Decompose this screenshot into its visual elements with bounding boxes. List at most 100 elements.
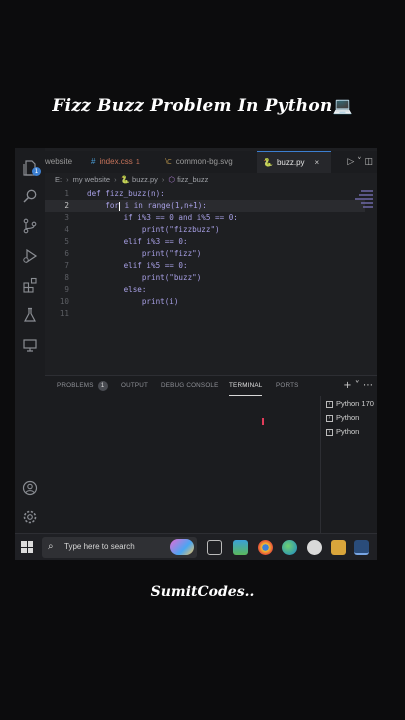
code-text: print("fizzbuzz"): [87, 225, 220, 234]
terminal-session-list: › Python 170 › Python › Python: [320, 396, 377, 541]
breadcrumb-drive[interactable]: E:: [55, 175, 62, 184]
code-line: 4 print("fizzbuzz"): [45, 224, 365, 236]
editor-actions[interactable]: ▷ ˅ ◫: [347, 151, 373, 173]
tab-label: buzz.py: [276, 158, 305, 167]
line-number: 7: [64, 261, 69, 270]
editor-tab-bar: website # index.css 1 ⟈ common-bg.svg 🐍 buzz…: [45, 151, 377, 173]
bottom-panel: PROBLEMS 1 OUTPUT DEBUG CONSOLE TERMINAL …: [45, 375, 377, 541]
line-number: 1: [64, 189, 69, 198]
tab-output-label: OUTPUT: [121, 382, 149, 389]
tab-common-bg-svg[interactable]: ⟈ common-bg.svg: [165, 151, 255, 173]
session-label: Python: [336, 427, 360, 436]
search-placeholder: Type here to search: [64, 542, 135, 551]
tab-index-css[interactable]: # index.css 1: [91, 151, 161, 173]
windows-start-icon[interactable]: [21, 541, 33, 553]
run-debug-icon[interactable]: [22, 248, 38, 264]
remote-explorer-icon[interactable]: [22, 337, 38, 353]
extensions-icon[interactable]: [22, 277, 38, 293]
code-text: elif i%3 == 0:: [87, 237, 188, 246]
tab-ports[interactable]: PORTS: [276, 376, 299, 396]
breadcrumb-symbol[interactable]: fizz_buzz: [177, 175, 208, 184]
code-before-cursor: for: [87, 201, 120, 210]
code-text: elif i%5 == 0:: [87, 261, 188, 270]
terminal-session[interactable]: › Python: [326, 413, 359, 422]
code-line: 10 print(i): [45, 296, 365, 308]
breadcrumb-folder[interactable]: my website: [73, 175, 111, 184]
chrome-icon[interactable]: [258, 540, 273, 555]
panel-actions[interactable]: + ˅ ⋯: [343, 376, 373, 396]
code-line: 11: [45, 308, 365, 320]
terminal-cursor: [262, 418, 264, 425]
code-line: 5 elif i%3 == 0:: [45, 236, 365, 248]
photos-icon[interactable]: [233, 540, 248, 555]
code-after-cursor: i in range(1,n+1):: [120, 201, 207, 210]
tab-label: common-bg.svg: [175, 157, 233, 166]
code-line-current: 2 for i in range(1,n+1):: [45, 200, 365, 212]
python-file-icon: 🐍: [263, 158, 273, 167]
close-icon[interactable]: ×: [315, 158, 320, 167]
search-icon: ⌕: [48, 541, 54, 552]
tab-label: index.css: [99, 157, 133, 166]
search-icon[interactable]: [22, 188, 38, 204]
function-symbol-icon: ⬡: [168, 175, 175, 184]
tab-debug-console-label: DEBUG CONSOLE: [161, 382, 219, 389]
tab-problems[interactable]: PROBLEMS 1: [57, 376, 108, 396]
settings-icon[interactable]: [307, 540, 322, 555]
breadcrumb-file[interactable]: buzz.py: [132, 175, 158, 184]
code-line: 6 print("fizz"): [45, 248, 365, 260]
code-line: 8 print("buzz"): [45, 272, 365, 284]
terminal-icon: ›: [326, 400, 333, 408]
svg-file-icon: ⟈: [165, 157, 172, 166]
terminal-icon: ›: [326, 428, 333, 436]
terminal-session[interactable]: › Python: [326, 427, 359, 436]
taskbar-search[interactable]: ⌕ Type here to search: [42, 537, 197, 558]
tab-ports-label: PORTS: [276, 382, 299, 389]
tab-problem-count: 1: [135, 159, 140, 166]
tab-debug-console[interactable]: DEBUG CONSOLE: [161, 376, 219, 396]
code-line: 7 elif i%5 == 0:: [45, 260, 365, 272]
breadcrumb: E: › my website › 🐍 buzz.py › ⬡ fizz_buzz: [55, 175, 209, 184]
code-text: if i%3 == 0 and i%5 == 0:: [87, 213, 238, 222]
session-label: Python 170: [336, 399, 374, 408]
code-editor[interactable]: 1 def fizz_buzz(n): 2 for i in range(1,n+…: [45, 188, 377, 374]
source-control-icon[interactable]: [22, 218, 38, 234]
code-text: print("buzz"): [87, 273, 202, 282]
manage-gear-icon[interactable]: [22, 509, 38, 525]
tab-label: website: [45, 157, 73, 166]
line-number: 3: [64, 213, 69, 222]
vscode-window: 1 website # index.css 1 ⟈ common-bg.svg …: [15, 148, 377, 560]
tab-terminal-label: TERMINAL: [229, 382, 263, 389]
file-explorer-icon[interactable]: [331, 540, 346, 555]
line-number: 6: [64, 249, 69, 258]
code-text: def fizz_buzz(n):: [87, 189, 165, 198]
activity-bar: 1: [15, 148, 45, 540]
problems-count-badge: 1: [97, 381, 108, 391]
code-line: 9 else:: [45, 284, 365, 296]
laptop-emoji-icon: 💻: [332, 96, 353, 115]
line-number: 4: [64, 225, 69, 234]
vscode-icon[interactable]: [354, 540, 369, 555]
testing-icon[interactable]: [22, 307, 38, 323]
windows-taskbar: ⌕ Type here to search: [15, 533, 377, 560]
tab-problems-label: PROBLEMS: [57, 382, 94, 389]
account-icon[interactable]: [22, 480, 38, 496]
task-view-icon[interactable]: [207, 540, 222, 555]
line-number: 11: [59, 309, 69, 318]
files-badge: 1: [32, 167, 41, 176]
css-file-icon: #: [91, 157, 96, 166]
tab-output[interactable]: OUTPUT: [121, 376, 148, 396]
minimap[interactable]: [351, 188, 377, 374]
edge-icon[interactable]: [282, 540, 297, 555]
session-label: Python: [336, 413, 360, 422]
python-file-icon: 🐍: [120, 175, 130, 184]
tab-website[interactable]: website: [45, 151, 85, 173]
video-title-text: Fizz Buzz Problem In Python: [52, 96, 333, 116]
tab-buzz-py[interactable]: 🐍 buzz.py ×: [257, 151, 331, 173]
copilot-icon[interactable]: [170, 539, 194, 555]
line-number: 9: [64, 285, 69, 294]
tab-terminal[interactable]: TERMINAL: [229, 376, 263, 396]
code-line: 3 if i%3 == 0 and i%5 == 0:: [45, 212, 365, 224]
terminal-session[interactable]: › Python 170: [326, 399, 374, 408]
line-number: 10: [59, 297, 69, 306]
code-text: print("fizz"): [87, 249, 202, 258]
